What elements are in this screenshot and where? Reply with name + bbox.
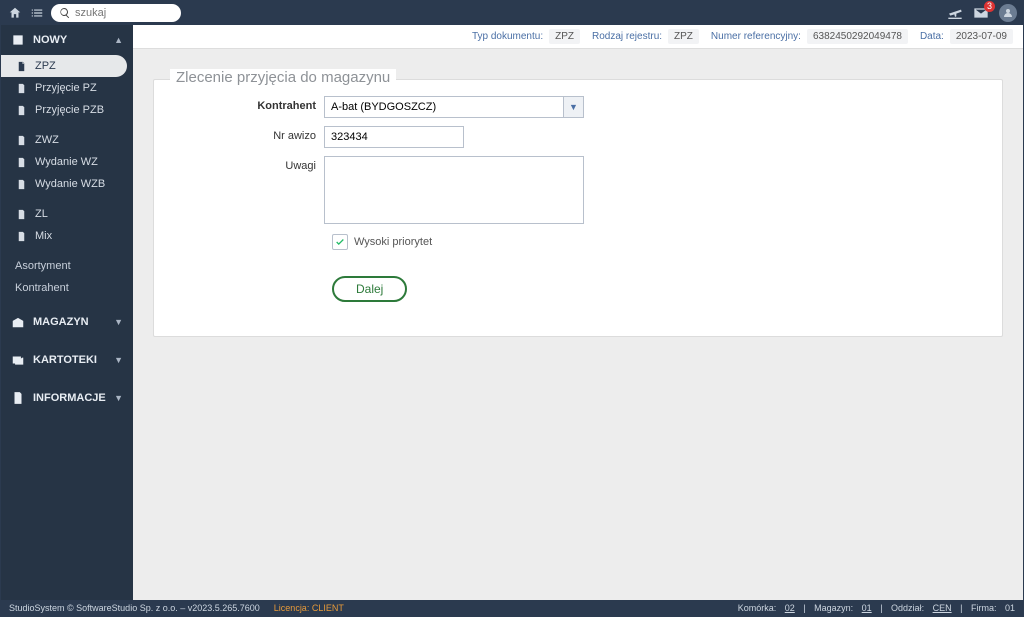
sidebar-item-kontrahent[interactable]: Kontrahent (1, 277, 133, 299)
footer-firma-label: Firma: (971, 603, 997, 613)
document-icon (11, 391, 25, 405)
kontrahent-dropdown-button[interactable]: ▼ (564, 96, 584, 118)
sidebar-item-zl[interactable]: ZL (1, 203, 133, 225)
document-icon (15, 104, 27, 116)
chevron-down-icon: ▼ (114, 317, 123, 327)
sidebar-section-kartoteki[interactable]: KARTOTEKI ▼ (1, 345, 133, 375)
plus-box-icon (11, 33, 25, 47)
home-icon[interactable] (7, 5, 23, 21)
chevron-down-icon: ▼ (569, 102, 578, 112)
footer-copyright: StudioSystem © SoftwareStudio Sp. z o.o.… (9, 603, 260, 613)
sidebar: NOWY ▲ ZPZ Przyjęcie PZ Przyjęcie PZB ZW… (1, 25, 133, 600)
document-icon (15, 178, 27, 190)
wysoki-priorytet-label: Wysoki priorytet (354, 236, 432, 248)
sidebar-item-zwz[interactable]: ZWZ (1, 129, 133, 151)
sidebar-section-informacje[interactable]: INFORMACJE ▼ (1, 383, 133, 413)
kontrahent-input[interactable] (324, 96, 564, 118)
mail-badge: 3 (984, 1, 995, 12)
footer-komorka-value[interactable]: 02 (785, 603, 795, 613)
chevron-up-icon: ▲ (114, 35, 123, 45)
uwagi-textarea[interactable] (324, 156, 584, 224)
document-icon (15, 156, 27, 168)
chevron-down-icon: ▼ (114, 355, 123, 365)
sidebar-item-zpz[interactable]: ZPZ (1, 55, 127, 77)
list-icon[interactable] (29, 5, 45, 21)
sidebar-item-wydanie-wz[interactable]: Wydanie WZ (1, 151, 133, 173)
document-icon (15, 134, 27, 146)
footer-komorka-label: Komórka: (738, 603, 777, 613)
sidebar-item-mix[interactable]: Mix (1, 225, 133, 247)
footer-magazyn-label: Magazyn: (814, 603, 853, 613)
sidebar-section-nowy[interactable]: NOWY ▲ (1, 25, 133, 55)
search-box (51, 4, 181, 22)
rodzaj-rejestru-label: Rodzaj rejestru: (592, 31, 662, 42)
footer-magazyn-value[interactable]: 01 (862, 603, 872, 613)
footer-licencja: Licencja: CLIENT (274, 603, 344, 613)
uwagi-label: Uwagi (184, 156, 324, 172)
nr-awizo-label: Nr awizo (184, 126, 324, 142)
footer: StudioSystem © SoftwareStudio Sp. z o.o.… (1, 600, 1023, 616)
sidebar-item-wydanie-wzb[interactable]: Wydanie WZB (1, 173, 133, 195)
typ-dokumentu-value: ZPZ (549, 29, 580, 44)
panel-legend: Zlecenie przyjęcia do magazynu (170, 69, 396, 86)
document-icon (15, 230, 27, 242)
numer-ref-value: 6382450292049478 (807, 29, 908, 44)
document-icon (15, 60, 27, 72)
takeoff-icon[interactable] (947, 5, 963, 21)
user-icon[interactable] (999, 4, 1017, 22)
footer-firma-value: 01 (1005, 603, 1015, 613)
typ-dokumentu-label: Typ dokumentu: (472, 31, 543, 42)
info-bar: Typ dokumentu: ZPZ Rodzaj rejestru: ZPZ … (133, 25, 1023, 49)
form-panel: Zlecenie przyjęcia do magazynu Kontrahen… (153, 79, 1003, 337)
cards-icon (11, 353, 25, 367)
document-icon (15, 208, 27, 220)
sidebar-item-asortyment[interactable]: Asortyment (1, 255, 133, 277)
dalej-button[interactable]: Dalej (332, 276, 407, 302)
data-value: 2023-07-09 (950, 29, 1013, 44)
check-icon (335, 237, 345, 247)
topbar: 3 (1, 1, 1023, 25)
rodzaj-rejestru-value: ZPZ (668, 29, 699, 44)
footer-oddzial-label: Oddział: (891, 603, 924, 613)
chevron-down-icon: ▼ (114, 393, 123, 403)
sidebar-item-przyjecie-pz[interactable]: Przyjęcie PZ (1, 77, 133, 99)
footer-oddzial-value[interactable]: CEN (933, 603, 952, 613)
numer-ref-label: Numer referencyjny: (711, 31, 801, 42)
data-label: Data: (920, 31, 944, 42)
search-input[interactable] (75, 7, 173, 19)
sidebar-section-magazyn[interactable]: MAGAZYN ▼ (1, 307, 133, 337)
wysoki-priorytet-checkbox[interactable] (332, 234, 348, 250)
search-icon (59, 7, 71, 19)
sidebar-item-przyjecie-pzb[interactable]: Przyjęcie PZB (1, 99, 133, 121)
warehouse-icon (11, 315, 25, 329)
mail-icon[interactable]: 3 (973, 5, 989, 21)
kontrahent-label: Kontrahent (184, 96, 324, 112)
document-icon (15, 82, 27, 94)
nr-awizo-input[interactable] (324, 126, 464, 148)
